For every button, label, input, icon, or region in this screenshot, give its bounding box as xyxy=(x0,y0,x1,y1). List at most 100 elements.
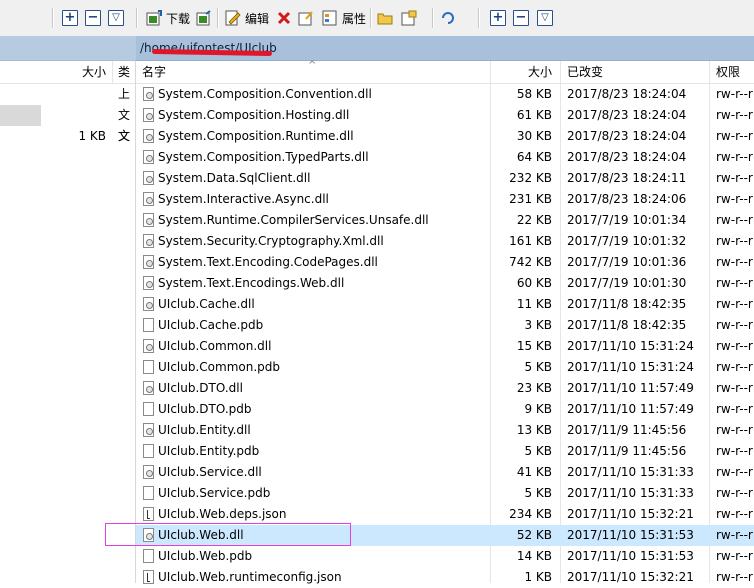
left-type-column-header[interactable]: 类 xyxy=(118,61,130,83)
file-row[interactable]: UIclub.Web.pdb 14 KB 2017/11/10 15:31:53 rw… xyxy=(136,546,754,567)
file-size: 3 KB xyxy=(524,318,552,332)
refresh-icon[interactable] xyxy=(440,10,456,26)
file-row[interactable]: UIclub.Entity.pdb 5 KB 2017/11/9 11:45:56 r… xyxy=(136,441,754,462)
file-row[interactable]: System.Composition.TypedParts.dll 64 KB 20… xyxy=(136,147,754,168)
dll-file-icon xyxy=(143,339,154,353)
file-modified: 2017/11/10 11:57:49 xyxy=(567,402,694,416)
download-button[interactable]: 下载 xyxy=(166,11,190,27)
file-permissions: rw-r--r xyxy=(716,255,753,269)
file-name: UIclub.Entity.pdb xyxy=(158,444,260,458)
new-folder-icon[interactable] xyxy=(377,10,393,26)
size-column-header[interactable]: 大小 xyxy=(490,61,552,83)
left-pane-row[interactable]: 1 KB 文 xyxy=(0,126,135,147)
path-bar[interactable]: /home/uifontest/UIclub xyxy=(136,36,754,61)
left-pane-row[interactable]: 上 xyxy=(0,84,135,105)
file-row[interactable]: System.Interactive.Async.dll 231 KB 2017/8… xyxy=(136,189,754,210)
file-row[interactable]: UIclub.Service.pdb 5 KB 2017/11/10 15:31:3… xyxy=(136,483,754,504)
file-modified: 2017/8/23 18:24:04 xyxy=(567,87,687,101)
file-modified: 2017/11/10 15:31:53 xyxy=(567,528,694,542)
file-permissions: rw-r--r xyxy=(716,213,753,227)
file-icon xyxy=(143,486,154,500)
file-permissions: rw-r--r xyxy=(716,444,753,458)
file-size: 5 KB xyxy=(524,486,552,500)
rename-icon[interactable] xyxy=(298,10,314,26)
filter-icon[interactable]: ▽ xyxy=(108,10,124,26)
new-file-icon[interactable] xyxy=(401,10,417,26)
delete-icon[interactable] xyxy=(276,10,292,26)
file-name: UIclub.Cache.pdb xyxy=(158,318,264,332)
file-row[interactable]: UIclub.Common.dll 15 KB 2017/11/10 15:31:2… xyxy=(136,336,754,357)
file-name: UIclub.Service.pdb xyxy=(158,486,271,500)
upload-icon[interactable] xyxy=(196,10,212,26)
file-name: UIclub.DTO.dll xyxy=(158,381,243,395)
file-row[interactable]: System.Security.Cryptography.Xml.dll 161 … xyxy=(136,231,754,252)
permissions-column-header[interactable]: 权限 xyxy=(716,61,740,83)
file-size: 30 KB xyxy=(516,129,552,143)
file-row[interactable]: System.Runtime.CompilerServices.Unsafe.d… xyxy=(136,210,754,231)
file-row[interactable]: UIclub.DTO.pdb 9 KB 2017/11/10 11:57:49 rw-… xyxy=(136,399,754,420)
dll-file-icon xyxy=(143,465,154,479)
file-permissions: rw-r--r xyxy=(716,339,753,353)
file-permissions: rw-r--r xyxy=(716,549,753,563)
file-size: 231 KB xyxy=(509,192,552,206)
file-name: UIclub.Web.pdb xyxy=(158,549,253,563)
left-row-type: 上 xyxy=(118,87,131,101)
toolbar-separator xyxy=(217,8,219,28)
file-modified: 2017/11/10 15:32:21 xyxy=(567,570,694,584)
file-row[interactable]: UIclub.Web.runtimeconfig.json 1 KB 2017/11… xyxy=(136,567,754,588)
filter-icon[interactable]: ▽ xyxy=(537,10,553,26)
file-icon xyxy=(143,360,154,374)
file-row[interactable]: UIclub.Service.dll 41 KB 2017/11/10 15:31:… xyxy=(136,462,754,483)
local-file-pane: 大小 类 上 文 文 1 KB 文 xyxy=(0,61,136,583)
file-row[interactable]: System.Composition.Convention.dll 58 KB 20… xyxy=(136,84,754,105)
file-row[interactable]: UIclub.Common.pdb 5 KB 2017/11/10 15:31:24… xyxy=(136,357,754,378)
dll-file-icon xyxy=(143,129,154,143)
properties-button[interactable]: 属性 xyxy=(342,11,366,27)
add-icon[interactable]: + xyxy=(490,10,506,26)
file-size: 58 KB xyxy=(516,87,552,101)
modified-column-header[interactable]: 已改变 xyxy=(567,61,603,83)
file-size: 23 KB xyxy=(516,381,552,395)
file-size: 161 KB xyxy=(509,234,552,248)
file-permissions: rw-r--r xyxy=(716,318,753,332)
file-row[interactable]: System.Text.Encoding.CodePages.dll 742 KB… xyxy=(136,252,754,273)
dll-file-icon xyxy=(143,213,154,227)
file-row[interactable]: UIclub.Entity.dll 13 KB 2017/11/9 11:45:56… xyxy=(136,420,754,441)
edit-button[interactable]: 编辑 xyxy=(245,11,269,27)
name-column-header[interactable]: 名字 xyxy=(142,61,166,83)
file-row[interactable]: UIclub.Web.deps.json 234 KB 2017/11/10 15:… xyxy=(136,504,754,525)
file-name: UIclub.Cache.dll xyxy=(158,297,255,311)
toolbar-separator xyxy=(478,8,480,28)
file-size: 232 KB xyxy=(509,171,552,185)
dll-file-icon xyxy=(143,423,154,437)
add-icon[interactable]: + xyxy=(62,10,78,26)
left-size-column-header[interactable]: 大小 xyxy=(62,61,106,83)
file-size: 61 KB xyxy=(516,108,552,122)
left-path-bar xyxy=(0,36,136,61)
toolbar: + − ▽ 下载 编辑 属性 + − ▽ xyxy=(0,0,754,37)
file-size: 11 KB xyxy=(516,297,552,311)
file-name: System.Text.Encoding.CodePages.dll xyxy=(158,255,378,269)
file-permissions: rw-r--r xyxy=(716,276,753,290)
remove-icon[interactable]: − xyxy=(85,10,101,26)
file-row[interactable]: System.Text.Encodings.Web.dll 60 KB 2017/7… xyxy=(136,273,754,294)
file-permissions: rw-r--r xyxy=(716,381,753,395)
file-row[interactable]: System.Composition.Runtime.dll 30 KB 2017/… xyxy=(136,126,754,147)
file-modified: 2017/8/23 18:24:04 xyxy=(567,108,687,122)
file-icon xyxy=(143,318,154,332)
file-row[interactable]: System.Data.SqlClient.dll 232 KB 2017/8/23… xyxy=(136,168,754,189)
file-row[interactable]: UIclub.DTO.dll 23 KB 2017/11/10 11:57:49 rw… xyxy=(136,378,754,399)
file-size: 5 KB xyxy=(524,444,552,458)
remove-icon[interactable]: − xyxy=(513,10,529,26)
file-row[interactable]: System.Composition.Hosting.dll 61 KB 2017/… xyxy=(136,105,754,126)
left-pane-row[interactable]: 文 xyxy=(0,105,135,126)
file-name: System.Security.Cryptography.Xml.dll xyxy=(158,234,384,248)
file-icon xyxy=(143,444,154,458)
file-row[interactable]: UIclub.Cache.pdb 3 KB 2017/11/8 18:42:35 rw… xyxy=(136,315,754,336)
file-size: 60 KB xyxy=(516,276,552,290)
file-size: 15 KB xyxy=(516,339,552,353)
file-permissions: rw-r--r xyxy=(716,150,753,164)
left-pane-header: 大小 类 xyxy=(0,61,135,84)
file-row[interactable]: UIclub.Cache.dll 11 KB 2017/11/8 18:42:35 r… xyxy=(136,294,754,315)
file-permissions: rw-r--r xyxy=(716,87,753,101)
